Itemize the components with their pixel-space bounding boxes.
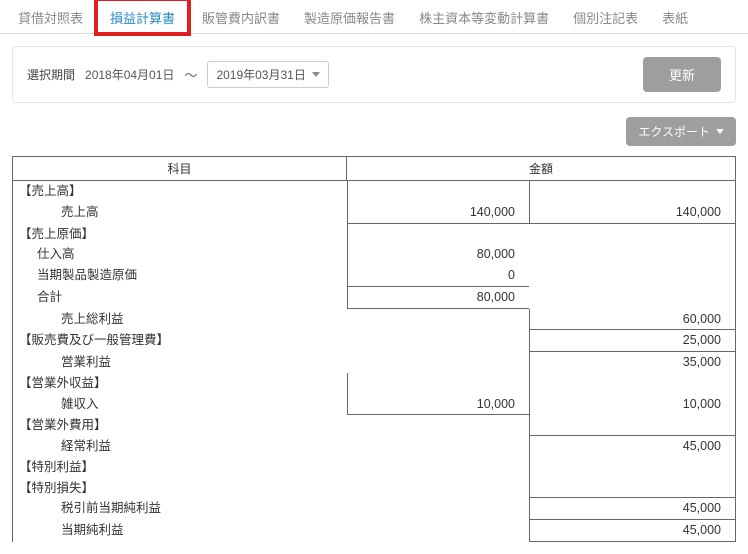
tab-5[interactable]: 個別注記表 [561,0,650,33]
row-amount-right [529,373,735,394]
row-subject: 【販売費及び一般管理費】 [13,330,347,352]
row-amount-mid [347,224,529,245]
tab-0[interactable]: 貸借対照表 [6,0,95,33]
table-row: 当期純利益 45,000 [13,520,735,542]
row-amount-right [529,265,735,287]
tab-2[interactable]: 販管費内訳書 [190,0,292,33]
row-subject: 税引前当期純利益 [13,498,347,520]
header-amount: 金額 [347,157,735,180]
table-row: 売上高140,000140,000 [13,202,735,224]
row-amount-mid [347,415,529,436]
tab-4[interactable]: 株主資本等変動計算書 [407,0,561,33]
pl-table: 科目 金額 【売上高】売上高140,000140,000【売上原価】仕入高80,… [12,156,736,542]
row-subject: 売上高 [13,202,347,224]
row-amount-mid [347,309,529,331]
row-subject: 【売上高】 [13,181,347,202]
row-amount-mid [347,373,529,394]
period-start-date: 2018年04月01日 [85,66,174,83]
export-row: エクスポート [0,113,748,156]
row-subject: 売上総利益 [13,309,347,331]
table-row: 経常利益 45,000 [13,436,735,457]
pl-table-header: 科目 金額 [13,157,735,181]
row-amount-right [529,181,735,202]
row-subject: 合計 [13,287,347,309]
table-row: 雑収入10,00010,000 [13,394,735,416]
period-end-date: 2019年03月31日 [216,66,305,83]
row-amount-right: 60,000 [529,309,735,331]
row-amount-right [529,478,735,499]
table-row: 【特別損失】 [13,478,735,499]
row-subject: 【特別利益】 [13,457,347,478]
row-amount-mid [347,478,529,499]
tab-3[interactable]: 製造原価報告書 [292,0,407,33]
row-subject: 経常利益 [13,436,347,457]
table-row: 当期製品製造原価0 [13,265,735,287]
row-amount-mid [347,457,529,478]
row-amount-mid: 140,000 [347,202,529,224]
table-row: 【営業外収益】 [13,373,735,394]
row-amount-mid: 0 [347,265,529,287]
table-row: 【販売費及び一般管理費】 25,000 [13,330,735,352]
row-amount-mid: 10,000 [347,394,529,416]
row-amount-mid: 80,000 [347,287,529,309]
row-amount-right [529,457,735,478]
table-row: 売上総利益 60,000 [13,309,735,331]
period-tilde: ～ [184,65,197,84]
update-button[interactable]: 更新 [643,57,721,92]
row-subject: 雑収入 [13,394,347,416]
row-subject: 【売上原価】 [13,224,347,245]
header-subject: 科目 [13,157,347,180]
row-amount-right: 10,000 [529,394,735,416]
period-label: 選択期間 [27,66,75,83]
row-amount-right: 45,000 [529,498,735,520]
table-row: 【営業外費用】 [13,415,735,436]
row-subject: 【特別損失】 [13,478,347,499]
row-amount-mid [347,330,529,352]
chevron-down-icon [716,129,724,134]
row-amount-mid [347,436,529,457]
row-amount-mid [347,498,529,520]
row-amount-mid [347,352,529,373]
row-amount-right [529,224,735,245]
table-row: 税引前当期純利益 45,000 [13,498,735,520]
table-row: 仕入高80,000 [13,244,735,265]
row-amount-mid: 80,000 [347,244,529,265]
row-subject: 当期製品製造原価 [13,265,347,287]
table-row: 【売上高】 [13,181,735,202]
row-amount-mid [347,520,529,542]
row-amount-right [529,244,735,265]
table-row: 【特別利益】 [13,457,735,478]
row-subject: 【営業外収益】 [13,373,347,394]
row-amount-right [529,415,735,436]
row-amount-right: 25,000 [529,330,735,352]
chevron-down-icon [312,72,320,77]
report-tabs: 貸借対照表損益計算書販管費内訳書製造原価報告書株主資本等変動計算書個別注記表表紙 [0,0,748,34]
period-end-select[interactable]: 2019年03月31日 [207,61,328,88]
table-row: 【売上原価】 [13,224,735,245]
tab-6[interactable]: 表紙 [650,0,700,33]
row-subject: 当期純利益 [13,520,347,542]
period-filter-bar: 選択期間 2018年04月01日 ～ 2019年03月31日 更新 [12,46,736,103]
row-amount-right [529,287,735,309]
row-amount-right: 45,000 [529,520,735,542]
row-amount-right: 45,000 [529,436,735,457]
row-amount-right: 140,000 [529,202,735,224]
row-amount-right: 35,000 [529,352,735,373]
export-button[interactable]: エクスポート [626,117,736,146]
table-row: 合計80,000 [13,287,735,309]
tab-1[interactable]: 損益計算書 [95,0,190,35]
export-button-label: エクスポート [638,123,710,140]
row-amount-mid [347,181,529,202]
row-subject: 営業利益 [13,352,347,373]
row-subject: 【営業外費用】 [13,415,347,436]
row-subject: 仕入高 [13,244,347,265]
table-row: 営業利益 35,000 [13,352,735,373]
